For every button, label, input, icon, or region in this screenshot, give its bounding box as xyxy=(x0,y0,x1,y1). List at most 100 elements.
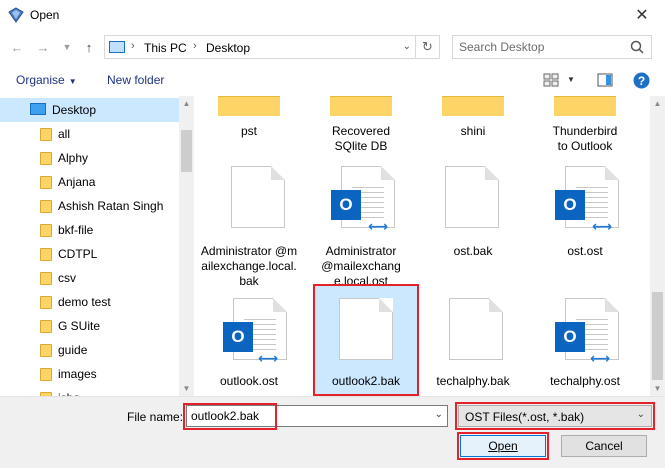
breadcrumb-this-pc[interactable]: This PC xyxy=(144,41,187,55)
arrow-right-icon: → xyxy=(36,39,50,55)
sidebar-item-desktop[interactable]: Desktop xyxy=(0,98,180,122)
file-item-outlook-ost[interactable]: O ⟷ outlook.ost xyxy=(195,292,303,396)
sync-arrows-icon: ⟷ xyxy=(589,349,611,366)
help-icon[interactable]: ? xyxy=(633,72,650,89)
file-label: ost.ost xyxy=(567,244,603,258)
breadcrumb-separator-icon: › xyxy=(193,40,197,52)
file-item-recovered-sqlite-db[interactable]: Recovered SQlite DB xyxy=(307,96,415,158)
sidebar-scrollbar[interactable]: ▲ ▼ xyxy=(179,96,194,396)
scroll-up-icon[interactable]: ▲ xyxy=(179,96,194,111)
sidebar-item-csv[interactable]: csv xyxy=(0,266,180,290)
sidebar-item-label: Desktop xyxy=(52,103,97,117)
sidebar-item-label: Alphy xyxy=(58,151,89,165)
document-icon xyxy=(231,166,285,228)
svg-text:?: ? xyxy=(638,74,645,88)
breadcrumb-desktop[interactable]: Desktop xyxy=(206,41,250,55)
file-label: Thunderbird to Outlook xyxy=(552,124,618,153)
outlook-icon: O xyxy=(555,190,585,220)
new-folder-button[interactable]: New folder xyxy=(107,73,164,87)
close-button[interactable]: ✕ xyxy=(619,0,665,30)
refresh-icon: ↻ xyxy=(422,39,433,54)
chevron-down-icon[interactable]: ⌄ xyxy=(435,409,443,420)
folder-icon xyxy=(40,128,52,141)
refresh-button[interactable]: ↻ xyxy=(415,36,439,58)
address-bar[interactable]: › This PC › Desktop ⌄ ↻ xyxy=(104,35,440,59)
back-button[interactable]: ← xyxy=(8,38,26,56)
file-item-ost-bak[interactable]: ost.bak xyxy=(419,162,527,288)
folder-icon xyxy=(554,96,616,116)
this-pc-icon xyxy=(109,41,125,53)
search-box[interactable] xyxy=(452,35,652,59)
document-icon xyxy=(445,166,499,228)
file-item-ost-ost[interactable]: O ⟷ ost.ost xyxy=(531,162,639,288)
scrollbar-thumb[interactable] xyxy=(652,292,663,380)
file-item-pst[interactable]: pst xyxy=(195,96,303,158)
sidebar-item-cdtpl[interactable]: CDTPL xyxy=(0,242,180,266)
organise-button[interactable]: Organise ▼ xyxy=(16,73,77,87)
file-label: ost.bak xyxy=(453,244,493,258)
outlook-icon: O xyxy=(555,322,585,352)
window-title: Open xyxy=(30,8,60,22)
cancel-button[interactable]: Cancel xyxy=(561,435,647,457)
sidebar-item-label: guide xyxy=(58,343,88,357)
file-item-administrator-ost[interactable]: O ⟷ Administrator @mailexchang e.local.o… xyxy=(307,162,415,288)
file-item-administrator-bak[interactable]: Administrator @mailexchange.local.bak xyxy=(195,162,303,288)
sidebar-item-images[interactable]: images xyxy=(0,362,180,386)
address-dropdown-icon[interactable]: ⌄ xyxy=(403,41,411,52)
scroll-down-icon[interactable]: ▼ xyxy=(179,381,194,396)
highlight-box xyxy=(313,284,419,396)
preview-pane-icon[interactable] xyxy=(597,73,613,87)
search-icon xyxy=(630,40,644,54)
scrollbar-thumb[interactable] xyxy=(181,130,192,172)
file-item-techalphy-bak[interactable]: techalphy.bak xyxy=(419,292,527,396)
navigation-bar: ← → ▼ ↑ › This PC › Desktop ⌄ ↻ xyxy=(0,30,665,64)
sidebar-item-ashish-ratan-singh[interactable]: Ashish Ratan Singh xyxy=(0,194,180,218)
scroll-down-icon[interactable]: ▼ xyxy=(650,381,665,396)
file-item-shini[interactable]: shini xyxy=(419,96,527,158)
file-list: pst Recovered SQlite DB shini Thunderbir… xyxy=(195,96,665,396)
forward-button[interactable]: → xyxy=(34,38,52,56)
file-item-thunderbird-to-outlook[interactable]: Thunderbird to Outlook xyxy=(531,96,639,158)
change-view-icon[interactable] xyxy=(543,73,559,87)
sidebar-item-all[interactable]: all xyxy=(0,122,180,146)
sync-arrows-icon: ⟷ xyxy=(257,349,279,366)
outlook-icon: O xyxy=(331,190,361,220)
folder-icon xyxy=(40,248,52,261)
file-item-techalphy-ost[interactable]: O ⟷ techalphy.ost xyxy=(531,292,639,396)
sidebar-item-alphy[interactable]: Alphy xyxy=(0,146,180,170)
sidebar-item-isba[interactable]: isba xyxy=(0,386,180,396)
view-options-chevron-icon[interactable]: ▼ xyxy=(567,75,575,84)
folder-icon xyxy=(40,368,52,381)
chevron-down-icon: ▼ xyxy=(68,77,77,86)
folder-icon xyxy=(40,224,52,237)
file-label: Administrator @mailexchange.local.bak xyxy=(200,244,298,288)
sidebar-item-label: all xyxy=(58,127,71,141)
sidebar-item-label: csv xyxy=(58,271,76,285)
chevron-down-icon: ▼ xyxy=(62,42,72,52)
up-button[interactable]: ↑ xyxy=(80,38,98,56)
sidebar-item-demo-test[interactable]: demo test xyxy=(0,290,180,314)
recent-locations-button[interactable]: ▼ xyxy=(58,38,76,56)
sidebar-item-bkf-file[interactable]: bkf-file xyxy=(0,218,180,242)
sync-arrows-icon: ⟷ xyxy=(367,217,389,234)
sidebar-item-anjana[interactable]: Anjana xyxy=(0,170,180,194)
search-input[interactable] xyxy=(453,36,623,58)
file-label: Recovered SQlite DB xyxy=(331,124,391,153)
close-icon: ✕ xyxy=(635,7,649,24)
highlight-box xyxy=(183,403,277,430)
sidebar-item-label: bkf-file xyxy=(58,223,94,237)
scroll-up-icon[interactable]: ▲ xyxy=(650,96,665,111)
folder-icon xyxy=(218,96,280,116)
arrow-up-icon: ↑ xyxy=(85,39,93,55)
document-icon xyxy=(449,298,503,360)
file-list-scrollbar[interactable]: ▲ ▼ xyxy=(650,96,665,396)
highlight-box xyxy=(455,402,655,430)
sidebar-item-guide[interactable]: guide xyxy=(0,338,180,362)
folder-icon xyxy=(40,200,52,213)
sidebar-item-label: CDTPL xyxy=(58,247,98,261)
folder-icon xyxy=(40,296,52,309)
sidebar-item-g-suite[interactable]: G SUite xyxy=(0,314,180,338)
folder-icon xyxy=(40,344,52,357)
navigation-pane: Desktop all Alphy Anjana Ashish Ratan Si… xyxy=(0,96,194,396)
desktop-icon xyxy=(30,103,46,115)
